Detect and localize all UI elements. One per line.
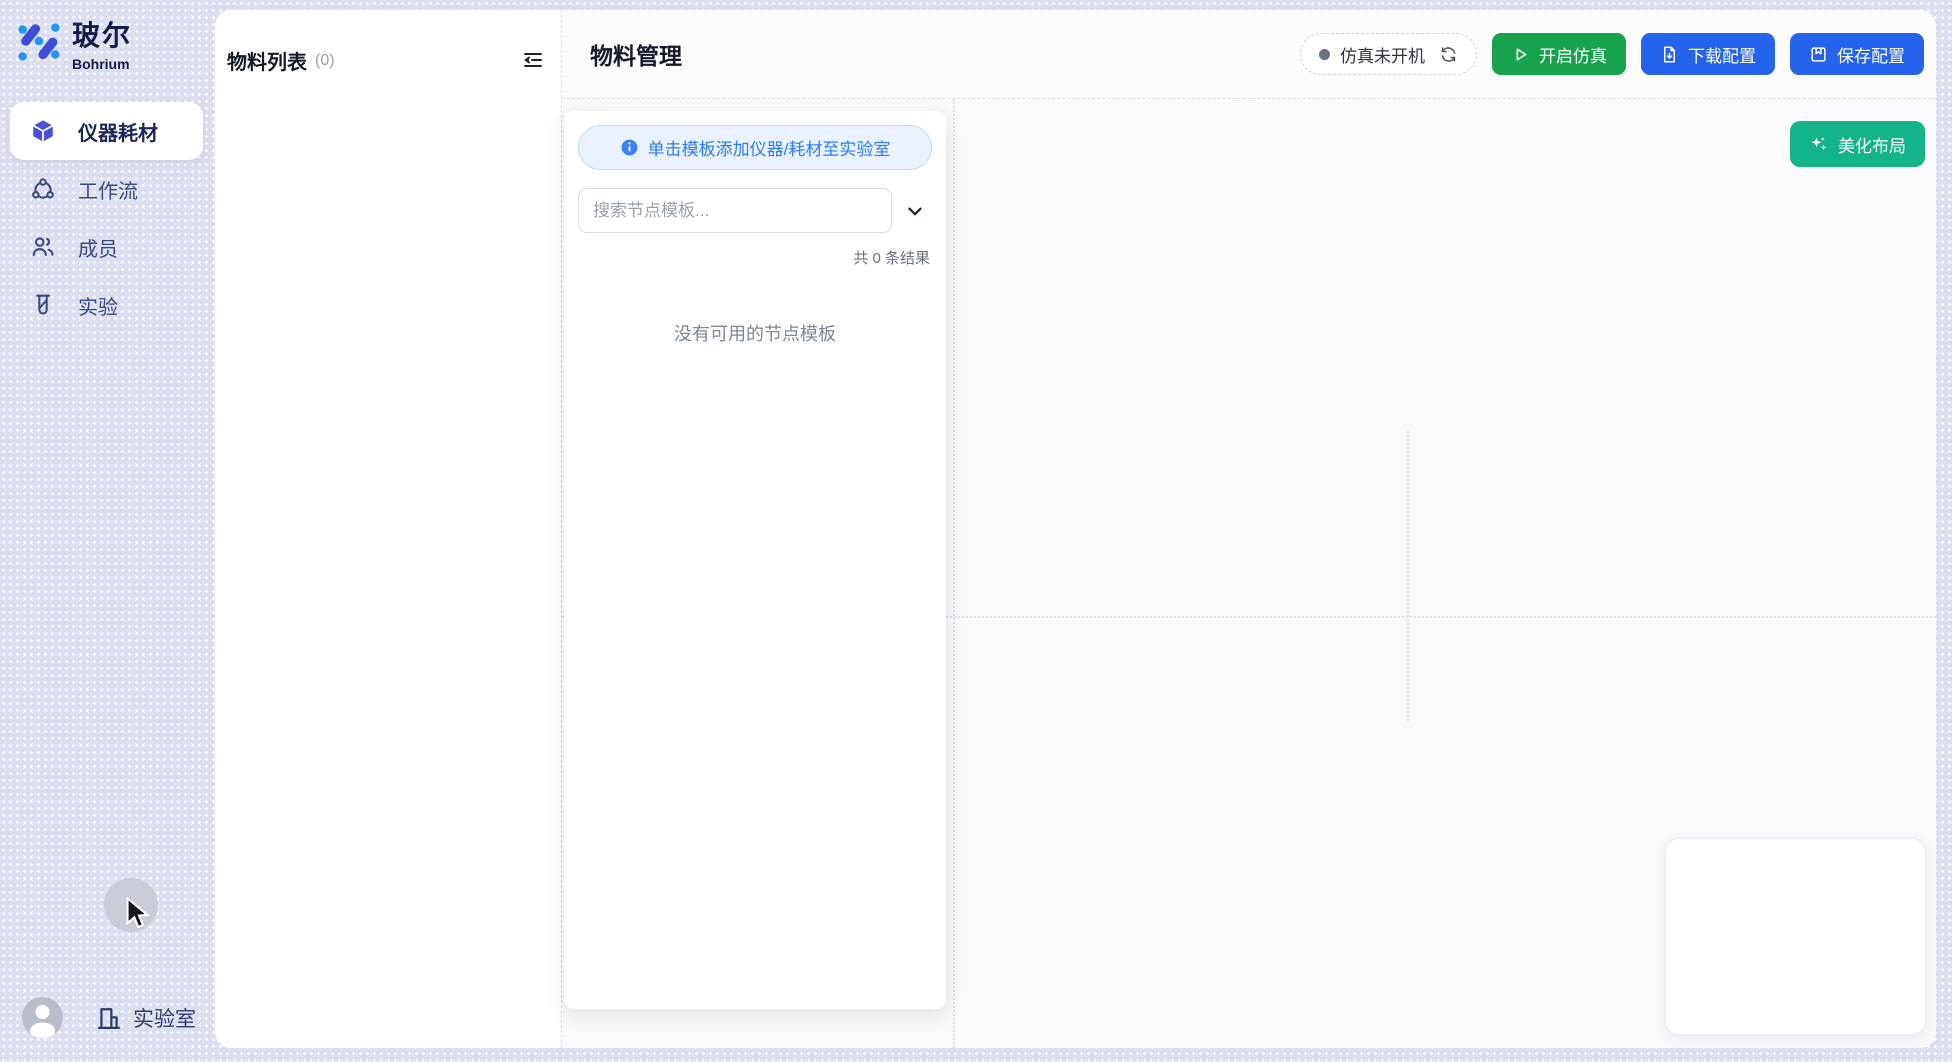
- save-config-button[interactable]: 保存配置: [1790, 33, 1924, 75]
- materials-list-title: 物料列表: [227, 46, 307, 75]
- template-search-input[interactable]: [578, 188, 892, 233]
- simulation-status-pill: 仿真未开机: [1300, 33, 1477, 75]
- cube-icon: [30, 118, 56, 144]
- main-container: 物料列表 (0) 物料管理 仿真未开机: [215, 10, 1936, 1048]
- play-icon: [1511, 45, 1530, 64]
- sidebar-item-members[interactable]: 成员: [10, 218, 203, 276]
- topbar-actions: 仿真未开机 开启仿真: [1300, 33, 1924, 75]
- materials-list-header: 物料列表 (0): [227, 46, 547, 75]
- refresh-icon[interactable]: [1439, 45, 1458, 64]
- simulation-status-label: 仿真未开机: [1340, 42, 1425, 67]
- canvas-gridline: [953, 99, 955, 1048]
- panel-collapse-button[interactable]: [521, 48, 547, 74]
- user-avatar-icon: [22, 997, 63, 1038]
- sidebar-item-label: 实验: [78, 291, 118, 320]
- lab-label: 实验室: [133, 1003, 196, 1033]
- sidebar-item-workflow[interactable]: 工作流: [10, 160, 203, 218]
- save-icon: [1809, 45, 1828, 64]
- page-title: 物料管理: [590, 37, 682, 71]
- download-file-icon: [1660, 45, 1679, 64]
- chevron-down-icon[interactable]: [904, 200, 926, 222]
- minimap-panel[interactable]: [1665, 838, 1926, 1035]
- sidebar-footer: 实验室: [22, 997, 196, 1038]
- brand-logo: 玻尔 Bohrium: [16, 14, 132, 72]
- lab-switcher[interactable]: 实验室: [95, 1003, 196, 1033]
- empty-state-text: 没有可用的节点模板: [578, 320, 932, 346]
- button-label: 保存配置: [1837, 42, 1905, 67]
- sidebar-item-label: 工作流: [78, 175, 138, 204]
- button-label: 开启仿真: [1539, 42, 1607, 67]
- members-icon: [30, 234, 56, 260]
- hint-banner: 单击模板添加仪器/耗材至实验室: [578, 125, 932, 170]
- building-icon: [95, 1004, 123, 1032]
- brand-name-cn: 玻尔: [72, 14, 132, 54]
- canvas-gridline: [1407, 431, 1409, 721]
- sparkles-icon: [1809, 134, 1829, 154]
- experiment-icon: [30, 292, 56, 318]
- bohrium-logo-icon: [16, 20, 62, 66]
- template-search-row: [578, 188, 932, 233]
- sidebar-item-label: 仪器耗材: [78, 117, 158, 146]
- topbar: 物料管理 仿真未开机 开启仿真: [562, 10, 1936, 98]
- layout-canvas[interactable]: 单击模板添加仪器/耗材至实验室 共 0 条结果 没有可用的节点模板: [562, 98, 1936, 1048]
- sidebar-item-experiments[interactable]: 实验: [10, 276, 203, 334]
- start-simulation-button[interactable]: 开启仿真: [1492, 33, 1626, 75]
- materials-list-count: (0): [315, 52, 335, 70]
- status-dot: [1319, 49, 1330, 60]
- info-icon: [620, 138, 639, 157]
- sidebar-nav: 仪器耗材 工作流 成员: [10, 102, 203, 334]
- user-avatar[interactable]: [22, 997, 63, 1038]
- result-count: 共 0 条结果: [578, 247, 932, 268]
- beautify-layout-label: 美化布局: [1838, 132, 1906, 157]
- beautify-layout-button[interactable]: 美化布局: [1790, 121, 1925, 167]
- sidebar: 玻尔 Bohrium 仪器耗材 工作流: [0, 0, 215, 1062]
- sidebar-item-label: 成员: [78, 233, 118, 262]
- node-template-panel: 单击模板添加仪器/耗材至实验室 共 0 条结果 没有可用的节点模板: [564, 111, 946, 1009]
- button-label: 下载配置: [1688, 42, 1756, 67]
- materials-list-panel: 物料列表 (0): [215, 10, 561, 1048]
- workspace: 物料管理 仿真未开机 开启仿真: [561, 10, 1936, 1048]
- brand-name-en: Bohrium: [72, 56, 132, 72]
- download-config-button[interactable]: 下载配置: [1641, 33, 1775, 75]
- hint-banner-text: 单击模板添加仪器/耗材至实验室: [648, 135, 891, 160]
- mouse-cursor-icon: [122, 897, 154, 931]
- workflow-icon: [30, 176, 56, 202]
- sidebar-item-instruments[interactable]: 仪器耗材: [10, 102, 203, 160]
- menu-fold-icon: [521, 48, 545, 72]
